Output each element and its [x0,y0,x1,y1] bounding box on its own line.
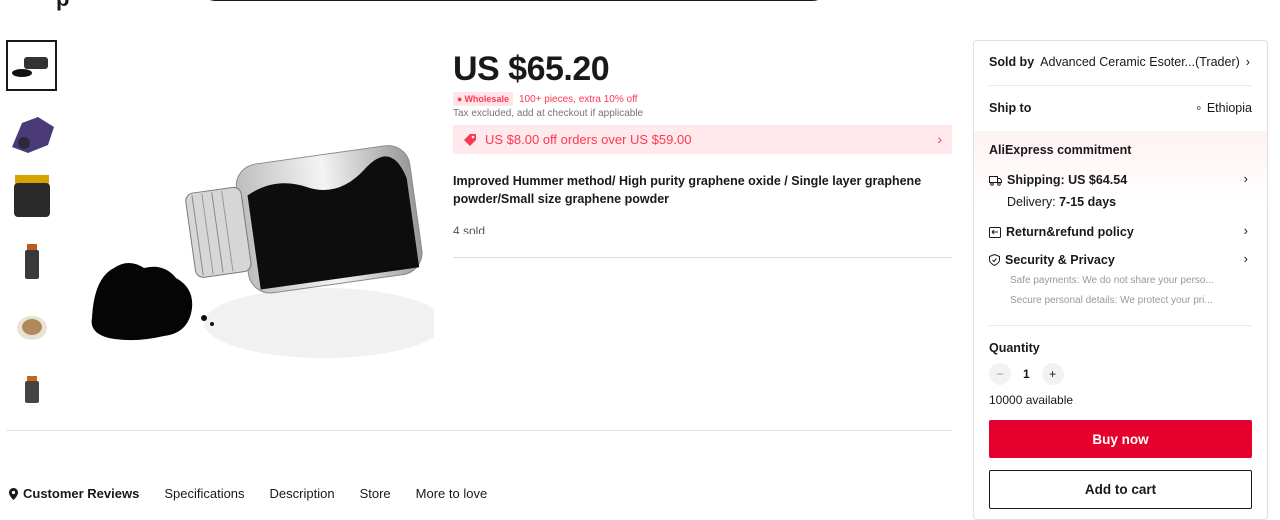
chevron-right-icon: › [937,131,942,147]
shield-icon [989,254,1000,266]
quantity-value[interactable]: 1 [1023,367,1030,381]
coupon-tag-icon [464,133,476,146]
sold-by-label: Sold by [989,55,1035,69]
product-info: US $65.20 ● Wholesale 100+ pieces, extra… [453,50,952,234]
buy-now-button[interactable]: Buy now [989,420,1252,458]
wholesale-badge: ● Wholesale [453,92,513,106]
location-pin-icon: ⚬ [1194,103,1204,115]
chevron-right-icon: › [1243,223,1248,238]
coupon-text: US $8.00 off orders over US $59.00 [485,132,692,147]
wholesale-text: 100+ pieces, extra 10% off [518,93,638,105]
security-privacy-row[interactable]: Security & Privacy › [989,251,1252,267]
quantity-increase-button[interactable]: + [1041,363,1064,385]
return-box-icon [989,226,1001,238]
ship-to-value: Ethiopia [1206,101,1252,115]
commitment-title: AliExpress commitment [989,143,1132,157]
divider [6,430,952,431]
divider [989,85,1252,86]
wholesale-row: ● Wholesale 100+ pieces, extra 10% off [453,92,952,106]
tag-icon: ● [457,94,463,104]
product-title: Improved Hummer method/ High purity grap… [453,174,922,206]
quantity-label: Quantity [989,341,1040,355]
site-logo[interactable]: p [56,0,69,12]
quantity-stepper: − 1 + [989,363,1064,385]
delivery-estimate: Delivery: 7-15 days [1007,195,1116,209]
security-sub-payments: Safe payments: We do not share your pers… [1010,275,1214,286]
tab-label: Customer Reviews [23,486,140,501]
purchase-sidebar: Sold by Advanced Ceramic Esoter...(Trade… [973,40,1268,520]
return-policy-label: Return&refund policy [1006,225,1134,239]
divider [453,257,952,258]
tab-customer-reviews[interactable]: Customer Reviews [9,486,139,501]
top-header: p [0,0,1280,11]
security-privacy-label: Security & Privacy [1005,253,1115,267]
tab-description[interactable]: Description [270,486,335,501]
thumbnail-4[interactable] [6,236,57,287]
delivery-label: Delivery: [1007,195,1056,209]
coupon-banner[interactable]: US $8.00 off orders over US $59.00 › [453,125,952,154]
quantity-decrease-button[interactable]: − [989,363,1011,385]
chevron-right-icon: › [1243,251,1248,266]
main-product-image[interactable] [84,118,444,370]
truck-icon [989,175,1002,186]
add-to-cart-button[interactable]: Add to cart [989,470,1252,509]
tab-specifications[interactable]: Specifications [164,486,244,501]
ship-to-destination[interactable]: ⚬ Ethiopia [1194,101,1252,115]
detail-tabs: Customer Reviews Specifications Descript… [9,486,487,501]
delivery-value: 7-15 days [1059,195,1117,209]
search-input[interactable] [200,0,828,1]
security-sub-personal: Secure personal details: We protect your… [1010,295,1213,306]
shipping-row[interactable]: Shipping: US $64.54 › [989,171,1252,187]
thumbnail-1[interactable] [6,40,57,91]
thumbnail-6[interactable] [6,364,57,415]
wholesale-badge-label: Wholesale [464,94,509,104]
available-count: 10000 available [989,393,1074,407]
product-price: US $65.20 [453,50,610,88]
return-policy-row[interactable]: Return&refund policy › [989,223,1252,239]
ship-to-row[interactable]: Ship to ⚬ Ethiopia [989,101,1252,115]
location-pin-icon [9,487,18,500]
chevron-right-icon: › [1243,171,1248,186]
shipping-cost: Shipping: US $64.54 [1007,173,1128,187]
ship-to-label: Ship to [989,101,1032,115]
divider [989,325,1252,326]
sold-count: 4 sold [453,224,486,234]
chevron-right-icon: › [1245,55,1250,69]
commitment-panel: AliExpress commitment Shipping: US $64.5… [974,131,1267,341]
tab-store[interactable]: Store [360,486,391,501]
sold-by-row[interactable]: Sold by Advanced Ceramic Esoter...(Trade… [989,55,1252,69]
tax-note: Tax excluded, add at checkout if applica… [453,108,644,119]
tab-more-to-love[interactable]: More to love [416,486,488,501]
thumbnail-3[interactable] [6,170,57,221]
thumbnail-5[interactable] [6,302,57,353]
thumbnail-2[interactable] [6,108,57,159]
seller-name[interactable]: Advanced Ceramic Esoter...(Trader) [1040,55,1240,69]
